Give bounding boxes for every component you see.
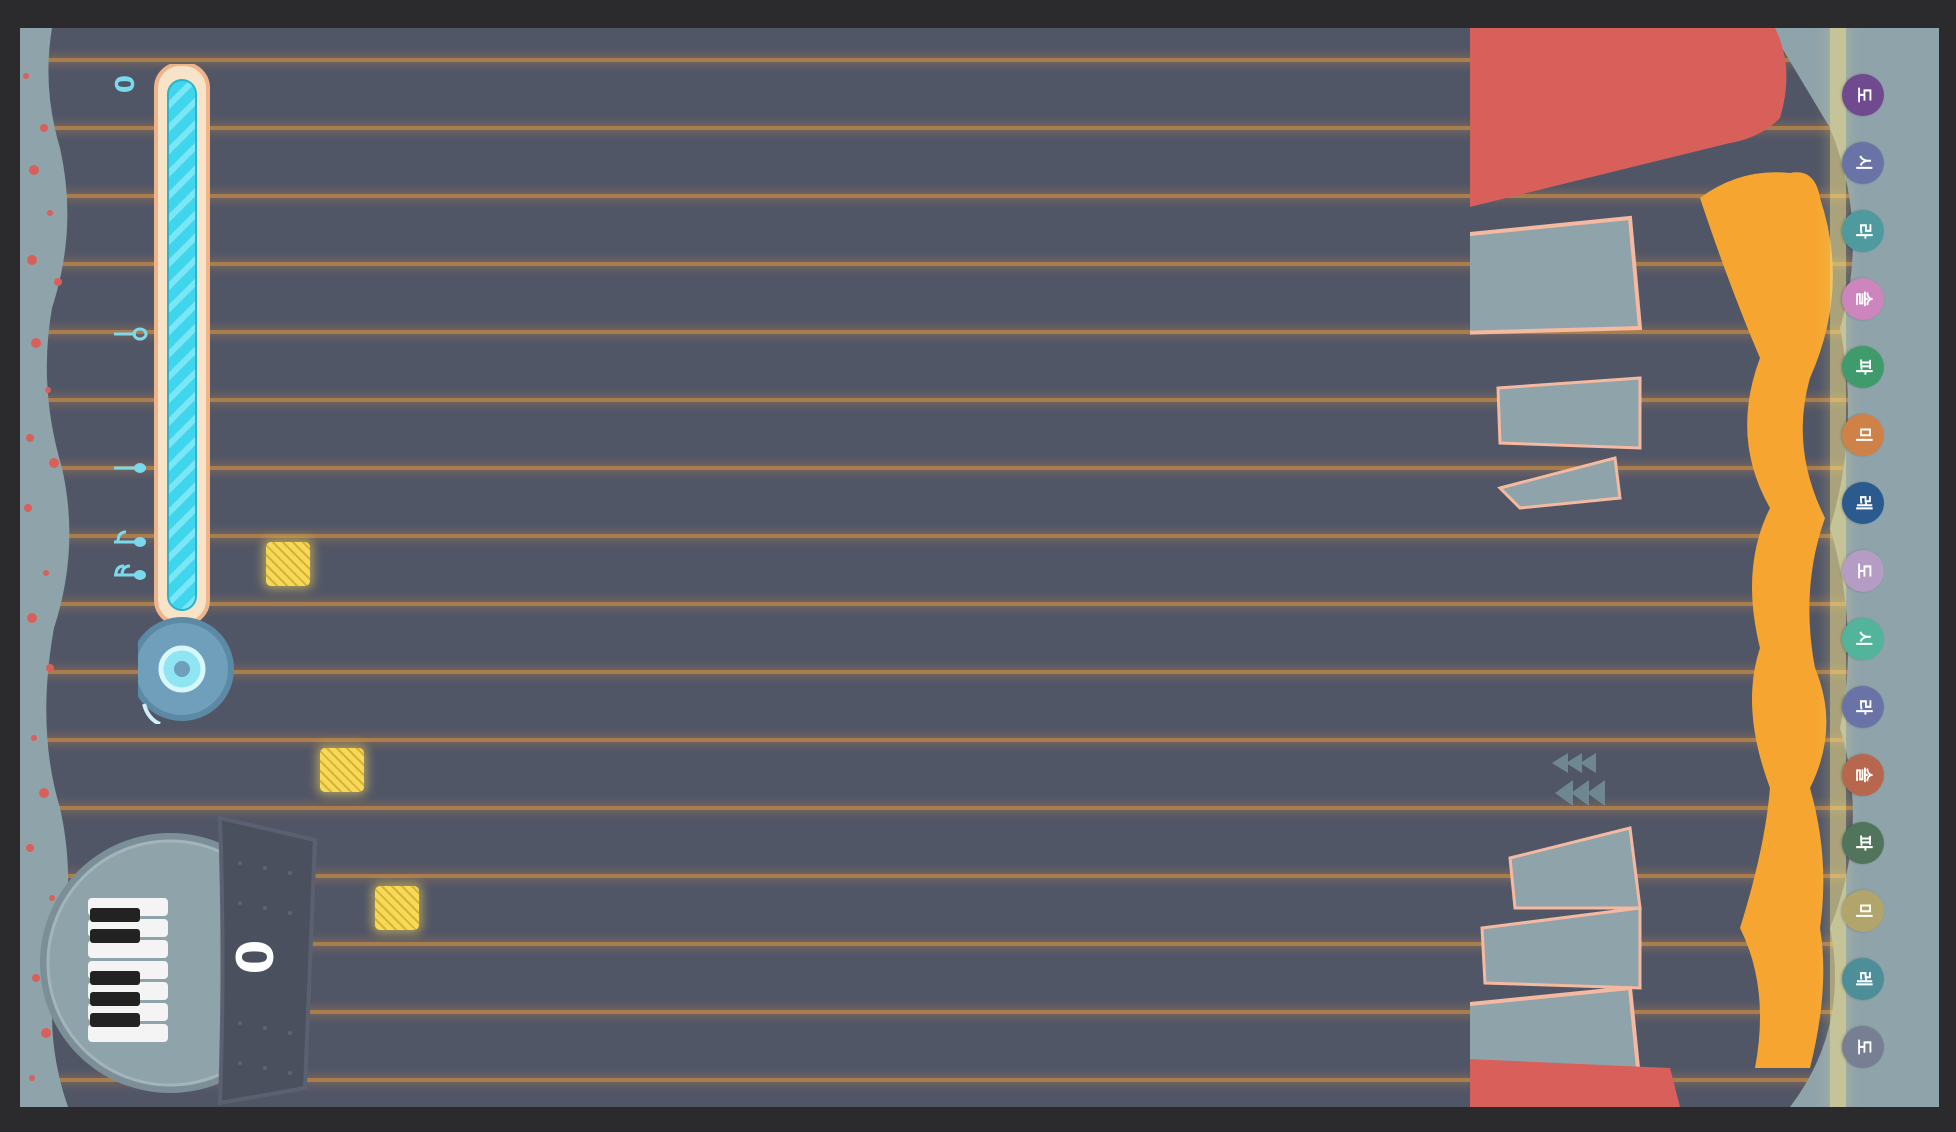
meter-fill [167, 79, 197, 611]
note-button-si[interactable]: 시 [1842, 142, 1884, 184]
note-button-ra[interactable]: 라 [1842, 210, 1884, 252]
note-block[interactable] [375, 886, 419, 930]
note-button-pa[interactable]: 파 [1842, 822, 1884, 864]
sixteenth-note-icon [114, 564, 146, 580]
note-button-mi[interactable]: 미 [1842, 890, 1884, 932]
note-button-do[interactable]: 도 [1842, 550, 1884, 592]
note-button-si[interactable]: 시 [1842, 618, 1884, 660]
quarter-note-icon [114, 463, 146, 473]
note-button-ra[interactable]: 라 [1842, 686, 1884, 728]
arrow-trees [1552, 753, 1605, 806]
note-block[interactable] [320, 748, 364, 792]
note-button-do[interactable]: 도 [1842, 74, 1884, 116]
note-button-do[interactable]: 도 [1842, 1026, 1884, 1068]
note-button-re[interactable]: 레 [1842, 482, 1884, 524]
note-block[interactable] [266, 542, 310, 586]
note-button-mi[interactable]: 미 [1842, 414, 1884, 456]
power-meter [138, 64, 234, 724]
score-display: 0 [224, 939, 282, 975]
piano-player[interactable] [30, 788, 330, 1107]
half-note-icon [114, 327, 148, 341]
piano-keys-icon [88, 898, 168, 1042]
note-button-sol[interactable]: 솔 [1842, 278, 1884, 320]
meter-top-label: 0 [108, 74, 138, 94]
note-button-sol[interactable]: 솔 [1842, 754, 1884, 796]
eighth-note-icon [114, 530, 146, 547]
game-stage[interactable]: 0 0 도 시 라 솔 파 미 레 도 시 라 솔 파 미 레 도 [20, 28, 1939, 1107]
note-button-pa[interactable]: 파 [1842, 346, 1884, 388]
note-button-re[interactable]: 레 [1842, 958, 1884, 1000]
